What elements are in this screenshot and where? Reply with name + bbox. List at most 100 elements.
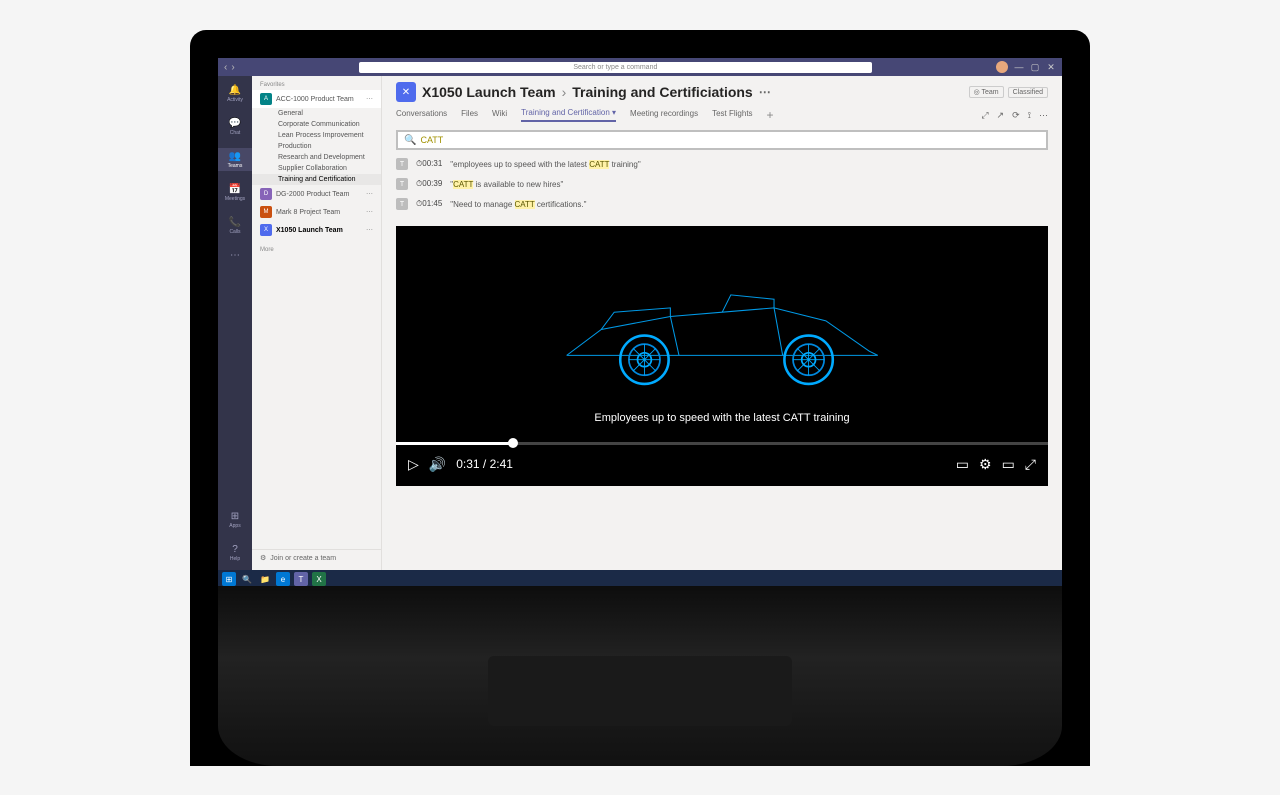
video-player: Employees up to speed with the latest CA… bbox=[396, 226, 1048, 486]
start-button[interactable]: ⊞ bbox=[222, 572, 236, 586]
captions-icon[interactable]: ▭ bbox=[956, 456, 969, 473]
channel-research[interactable]: Research and Development bbox=[252, 152, 381, 163]
team-dg2000[interactable]: D DG-2000 Product Team ⋯ bbox=[252, 185, 381, 203]
video-canvas[interactable]: Employees up to speed with the latest CA… bbox=[396, 226, 1048, 442]
play-icon[interactable]: ▷ bbox=[408, 456, 419, 473]
avatar[interactable] bbox=[996, 61, 1008, 73]
channel-lean[interactable]: Lean Process Improvement bbox=[252, 130, 381, 141]
team-more-icon[interactable]: ⋯ bbox=[366, 190, 373, 198]
settings-icon[interactable]: ⚙ bbox=[979, 456, 992, 473]
team-more-icon[interactable]: ⋯ bbox=[366, 208, 373, 216]
rail-activity[interactable]: 🔔 Activity bbox=[218, 82, 252, 105]
tab-wiki[interactable]: Wiki bbox=[492, 109, 507, 121]
team-name: X1050 Launch Team bbox=[276, 227, 343, 234]
popout-icon[interactable]: ↗ bbox=[997, 110, 1005, 121]
tab-files[interactable]: Files bbox=[461, 109, 478, 121]
close-icon[interactable]: ✕ bbox=[1046, 62, 1056, 73]
taskbar-explorer-icon[interactable]: 📁 bbox=[258, 572, 272, 586]
rail-meetings[interactable]: 📅 Meetings bbox=[218, 181, 252, 204]
refresh-icon[interactable]: ⟳ bbox=[1012, 110, 1020, 121]
search-results: T ⏱00:31 "employees up to speed with the… bbox=[396, 158, 1048, 210]
crumb-channel: Training and Certificiations bbox=[572, 84, 752, 100]
team-more-icon[interactable]: ⋯ bbox=[366, 226, 373, 234]
rail-teams[interactable]: 👥 Teams bbox=[218, 148, 252, 171]
sidebar-more[interactable]: More bbox=[252, 245, 381, 255]
fullscreen-icon[interactable]: ⤢ bbox=[1025, 456, 1036, 473]
add-tab-button[interactable]: + bbox=[767, 108, 774, 122]
channel-training[interactable]: Training and Certification bbox=[252, 174, 381, 185]
join-create-team[interactable]: ⚙ Join or create a team bbox=[252, 549, 381, 566]
chevron-down-icon: ▾ bbox=[612, 108, 616, 117]
taskbar-search-icon[interactable]: 🔍 bbox=[240, 572, 254, 586]
team-big-badge: ✕ bbox=[396, 82, 416, 102]
pin-icon[interactable]: ⟟ bbox=[1028, 110, 1031, 121]
crumb-team[interactable]: X1050 Launch Team bbox=[422, 84, 556, 100]
team-badge: X bbox=[260, 224, 272, 236]
video-controls: ▷ 🔊 0:31 / 2:41 ▭ ⚙ ▭ ⤢ bbox=[396, 442, 1048, 486]
result-row[interactable]: T ⏱01:45 "Need to manage CATT certificat… bbox=[396, 198, 1048, 210]
team-more-icon[interactable]: ⋯ bbox=[366, 95, 373, 103]
team-badge: D bbox=[260, 188, 272, 200]
result-timestamp: ⏱00:39 bbox=[416, 179, 442, 189]
app-rail: 🔔 Activity 💬 Chat 👥 Teams 📅 Meetings 📞 bbox=[218, 76, 252, 570]
sidebar: Favorites A ACC-1000 Product Team ⋯ Gene… bbox=[252, 76, 382, 570]
nav-back-icon[interactable]: ‹ bbox=[224, 62, 227, 73]
rail-apps[interactable]: ⊞ Apps bbox=[218, 508, 252, 531]
minimize-icon[interactable]: — bbox=[1014, 62, 1024, 72]
channel-production[interactable]: Production bbox=[252, 141, 381, 152]
theater-icon[interactable]: ▭ bbox=[1002, 456, 1015, 473]
result-text: "CATT is available to new hires" bbox=[450, 180, 563, 189]
channel-corpcomm[interactable]: Corporate Communication bbox=[252, 119, 381, 130]
tab-training[interactable]: Training and Certification ▾ bbox=[521, 108, 616, 122]
taskbar-excel-icon[interactable]: X bbox=[312, 572, 326, 586]
channel-general[interactable]: General bbox=[252, 108, 381, 119]
team-badge: A bbox=[260, 93, 272, 105]
expand-icon[interactable]: ⤢ bbox=[981, 110, 988, 121]
search-icon: 🔍 bbox=[404, 135, 416, 146]
rail-help[interactable]: ? Help bbox=[218, 541, 252, 564]
more-icon[interactable]: ⋯ bbox=[1039, 110, 1048, 121]
taskbar-edge-icon[interactable]: e bbox=[276, 572, 290, 586]
rail-chat[interactable]: 💬 Chat bbox=[218, 115, 252, 138]
video-caption: Employees up to speed with the latest CA… bbox=[396, 412, 1048, 424]
gear-icon: ⚙ bbox=[260, 554, 266, 562]
chat-icon: 💬 bbox=[229, 117, 241, 129]
tab-conversations[interactable]: Conversations bbox=[396, 109, 447, 121]
team-badge: M bbox=[260, 206, 272, 218]
chevron-right-icon: › bbox=[562, 84, 567, 100]
screen: ‹ › Search or type a command — ▢ ✕ 🔔 Act… bbox=[218, 58, 1062, 588]
progress-thumb[interactable] bbox=[508, 438, 518, 448]
tab-test-flights[interactable]: Test Flights bbox=[712, 109, 752, 121]
team-acc1000[interactable]: A ACC-1000 Product Team ⋯ bbox=[252, 90, 381, 108]
transcript-search-input[interactable] bbox=[420, 135, 1040, 145]
transcript-badge-icon: T bbox=[396, 178, 408, 190]
team-pill[interactable]: ◎ Team bbox=[969, 86, 1004, 98]
help-icon: ? bbox=[229, 543, 241, 555]
command-search[interactable]: Search or type a command bbox=[359, 62, 872, 73]
sidebar-favorites-label: Favorites bbox=[252, 80, 381, 90]
rail-more[interactable]: ⋯ bbox=[218, 247, 252, 263]
taskbar-teams-icon[interactable]: T bbox=[294, 572, 308, 586]
tab-meeting-recordings[interactable]: Meeting recordings bbox=[630, 109, 698, 121]
channel-supplier[interactable]: Supplier Collaboration bbox=[252, 163, 381, 174]
volume-icon[interactable]: 🔊 bbox=[429, 456, 446, 473]
nav-forward-icon[interactable]: › bbox=[231, 62, 234, 73]
result-row[interactable]: T ⏱00:39 "CATT is available to new hires… bbox=[396, 178, 1048, 190]
video-time: 0:31 / 2:41 bbox=[456, 457, 513, 471]
rail-calls[interactable]: 📞 Calls bbox=[218, 214, 252, 237]
transcript-search[interactable]: 🔍 bbox=[396, 130, 1048, 150]
more-icon[interactable]: ⋯ bbox=[759, 85, 771, 99]
nav-history: ‹ › bbox=[224, 62, 235, 73]
titlebar: ‹ › Search or type a command — ▢ ✕ bbox=[218, 58, 1062, 76]
result-row[interactable]: T ⏱00:31 "employees up to speed with the… bbox=[396, 158, 1048, 170]
result-text: "Need to manage CATT certifications." bbox=[450, 200, 586, 209]
transcript-badge-icon: T bbox=[396, 158, 408, 170]
breadcrumb: X1050 Launch Team › Training and Certifi… bbox=[422, 84, 771, 100]
team-x1050[interactable]: X X1050 Launch Team ⋯ bbox=[252, 221, 381, 239]
maximize-icon[interactable]: ▢ bbox=[1030, 62, 1040, 73]
main: ✕ X1050 Launch Team › Training and Certi… bbox=[382, 76, 1062, 570]
result-timestamp: ⏱01:45 bbox=[416, 199, 442, 209]
classified-pill[interactable]: Classified bbox=[1008, 87, 1048, 98]
video-progress[interactable] bbox=[396, 442, 1048, 445]
team-mark8[interactable]: M Mark 8 Project Team ⋯ bbox=[252, 203, 381, 221]
